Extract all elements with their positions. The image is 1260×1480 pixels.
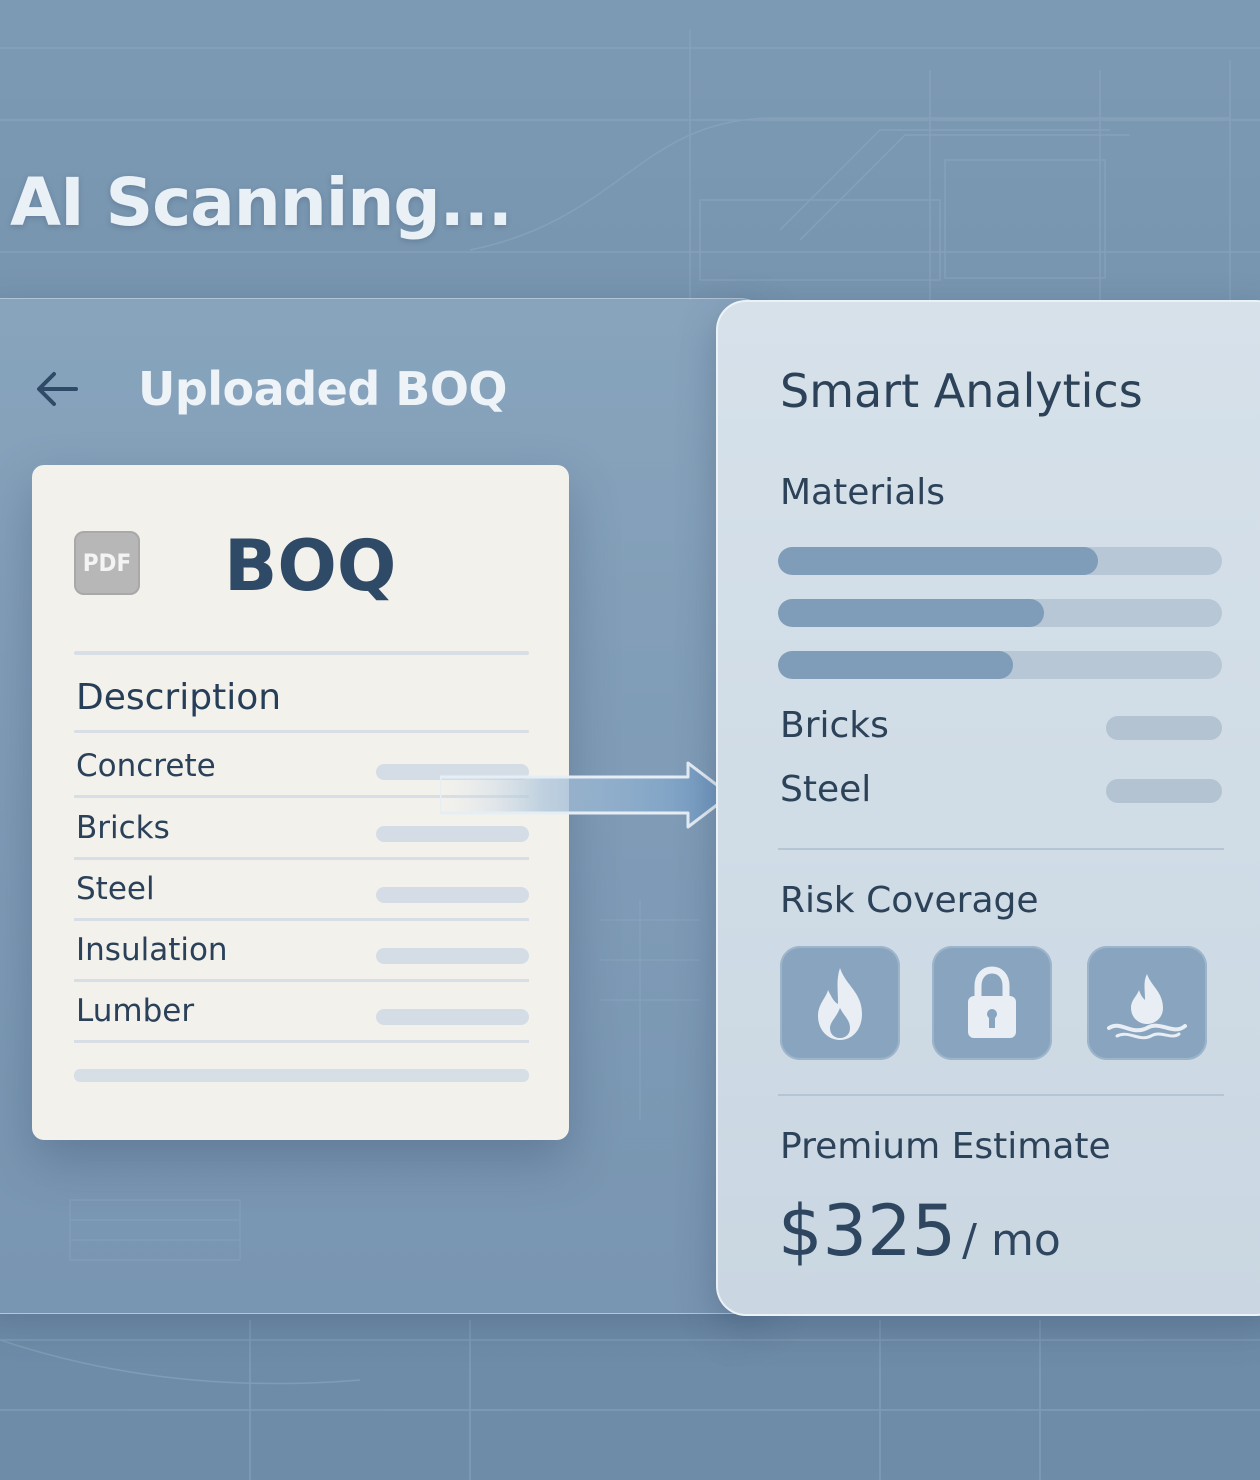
table-row: Insulation [74,920,529,982]
row-label: Bricks [76,810,170,846]
table-row: Lumber [74,981,529,1043]
lock-icon [968,966,1016,1038]
material-value-placeholder [1106,779,1222,803]
row-value-placeholder [376,1009,529,1025]
materials-progress-fill [778,599,1045,627]
row-label: Lumber [76,993,195,1029]
premium-period: / mo [962,1215,1061,1266]
divider [778,848,1224,850]
footer-placeholder [74,1069,529,1082]
panel-title-smart-analytics: Smart Analytics [780,364,1143,418]
material-item-label: Steel [780,769,872,810]
premium-amount: $325 [778,1190,957,1272]
premium-estimate-heading: Premium Estimate [780,1126,1111,1167]
column-header-description: Description [76,677,282,718]
material-item-label: Bricks [780,705,889,746]
divider [778,1094,1224,1096]
risk-tile-flood-fire[interactable] [1087,946,1207,1060]
page-title: AI Scanning... [10,164,513,241]
risk-coverage-heading: Risk Coverage [780,880,1039,921]
transfer-arrow-icon [440,761,732,829]
divider [74,730,529,733]
table-row: Steel [74,859,529,921]
material-value-placeholder [1106,716,1222,740]
risk-tile-theft[interactable] [932,946,1052,1060]
premium-estimate-value: $325/ mo [778,1190,1061,1272]
materials-heading: Materials [780,472,946,513]
row-label: Insulation [76,932,228,968]
row-value-placeholder [376,887,529,903]
divider [74,651,529,655]
fire-icon [818,968,862,1040]
row-label: Steel [76,871,155,907]
panel-title-uploaded-boq: Uploaded BOQ [138,362,508,416]
risk-tile-fire[interactable] [780,946,900,1060]
row-divider [74,1040,529,1043]
materials-progress-bar [778,651,1222,679]
row-value-placeholder [376,948,529,964]
pdf-file-icon: PDF [74,531,140,595]
materials-progress-bar [778,547,1222,575]
materials-progress-fill [778,651,1014,679]
materials-progress-fill [778,547,1098,575]
document-title: BOQ [224,525,397,607]
flood-fire-icon [1107,974,1187,1040]
smart-analytics-panel: Smart Analytics Materials Bricks Steel R… [716,300,1260,1316]
materials-progress-bar [778,599,1222,627]
arrow-left-icon[interactable] [32,364,82,414]
row-label: Concrete [76,748,216,784]
